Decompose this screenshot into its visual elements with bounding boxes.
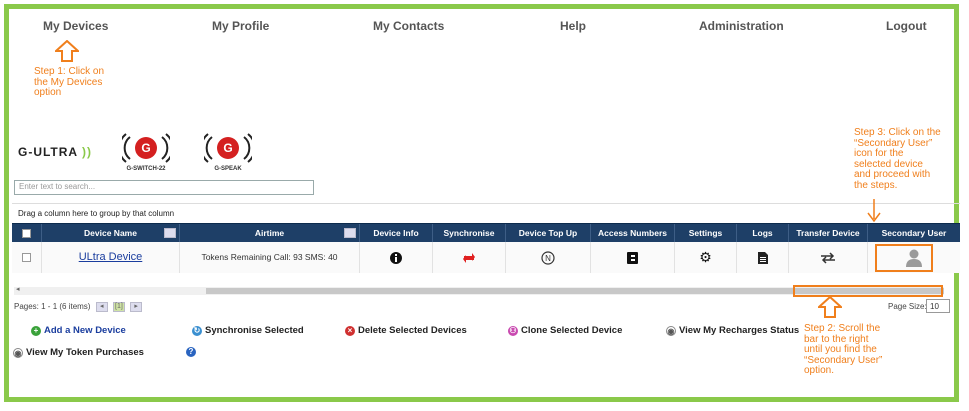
pager: Pages: 1 - 1 (6 items) ◂ [1] ▸ [14, 302, 143, 312]
delete-icon: × [345, 325, 355, 336]
nav-administration[interactable]: Administration [699, 19, 784, 33]
search-input[interactable]: Enter text to search... [14, 180, 314, 195]
clone-selected-button[interactable]: ⚇ Clone Selected Device [508, 325, 622, 336]
header-device-top-up[interactable]: Device Top Up [506, 224, 591, 243]
gultra-logo: G-ULTRA )) [18, 145, 92, 159]
scrollbar-highlight [793, 285, 943, 297]
page-size-input[interactable]: 10 [926, 299, 950, 313]
gswitch-logo: G G-SWITCH-22 [118, 133, 174, 172]
help-icon: ? [186, 347, 196, 357]
header-transfer-device[interactable]: Transfer Device [789, 224, 868, 243]
column-filter-icon[interactable] [164, 228, 176, 238]
header-settings[interactable]: Settings [675, 224, 737, 243]
prev-page-button[interactable]: ◂ [95, 302, 108, 312]
header-airtime[interactable]: Airtime [180, 224, 360, 243]
plus-icon: + [31, 325, 41, 336]
svg-text:G: G [141, 141, 150, 155]
nav-my-contacts[interactable]: My Contacts [373, 19, 444, 33]
svg-text:N: N [545, 254, 551, 263]
contacts-book-icon[interactable] [627, 251, 638, 264]
settings-cell[interactable]: ⚙ [675, 242, 737, 273]
gspeak-logo: G G-SPEAK [200, 133, 256, 172]
document-icon[interactable] [757, 251, 768, 264]
page-size-label: Page Size: [888, 302, 927, 311]
synchronise-cell[interactable] [433, 242, 506, 273]
view-token-purchases-button[interactable]: ◉ View My Token Purchases [13, 347, 144, 358]
secondary-user-highlight [875, 244, 933, 272]
next-page-button[interactable]: ▸ [130, 302, 143, 312]
device-info-cell[interactable] [360, 242, 433, 273]
view-recharges-button[interactable]: ◉ View My Recharges Status [666, 325, 799, 336]
step2-annotation: Step 2: Scroll the bar to the right unti… [804, 323, 883, 376]
gear-icon[interactable]: ⚙ [699, 249, 712, 265]
header-device-name[interactable]: Device Name [42, 224, 180, 243]
up-arrow-icon [818, 296, 842, 318]
info-icon[interactable] [390, 251, 402, 264]
svg-text:G: G [223, 141, 232, 155]
transfer-icon[interactable] [820, 252, 836, 264]
column-filter-icon[interactable] [344, 228, 356, 238]
synchronise-selected-button[interactable]: ↻ Synchronise Selected [192, 325, 304, 336]
step1-annotation: Step 1: Click on the My Devices option [34, 66, 105, 98]
pager-summary: Pages: 1 - 1 (6 items) [14, 302, 91, 312]
top-up-cell[interactable]: N [506, 242, 591, 273]
device-name-link[interactable]: ULtra Device [42, 242, 180, 273]
delete-selected-button[interactable]: × Delete Selected Devices [345, 325, 467, 336]
top-up-icon[interactable]: N [541, 251, 555, 265]
airtime-cell: Tokens Remaining Call: 93 SMS: 40 [180, 242, 360, 273]
nav-my-devices[interactable]: My Devices [43, 19, 108, 33]
header-access-numbers[interactable]: Access Numbers [591, 224, 675, 243]
down-arrow-icon [867, 199, 881, 223]
nav-my-profile[interactable]: My Profile [212, 19, 269, 33]
step3-annotation: Step 3: Click on the “Secondary User” ic… [854, 127, 941, 191]
help-button[interactable]: ? [186, 347, 196, 357]
add-device-button[interactable]: + Add a New Device [31, 325, 126, 336]
grid-header: Device Name Airtime Device Info Synchron… [12, 223, 960, 243]
header-device-info[interactable]: Device Info [360, 224, 433, 243]
scroll-left-icon[interactable]: ◂ [16, 285, 20, 293]
table-row: ULtra Device Tokens Remaining Call: 93 S… [12, 242, 960, 273]
eye-icon: ◉ [13, 347, 23, 358]
sync-icon: ↻ [192, 325, 202, 336]
transfer-cell[interactable] [789, 242, 868, 273]
current-page-button[interactable]: [1] [112, 302, 125, 312]
nav-help[interactable]: Help [560, 19, 586, 33]
access-numbers-cell[interactable] [591, 242, 675, 273]
group-panel[interactable]: Drag a column here to group by that colu… [12, 203, 960, 223]
up-arrow-icon [55, 40, 79, 62]
logs-cell[interactable] [737, 242, 789, 273]
nav-logout[interactable]: Logout [886, 19, 927, 33]
header-synchronise[interactable]: Synchronise [433, 224, 506, 243]
header-secondary-user[interactable]: Secondary User [868, 224, 960, 243]
row-checkbox[interactable] [12, 242, 42, 273]
users-icon: ⚇ [508, 325, 518, 336]
header-logs[interactable]: Logs [737, 224, 789, 243]
sync-icon[interactable] [462, 252, 476, 264]
eye-icon: ◉ [666, 325, 676, 336]
header-select-all[interactable] [12, 224, 42, 243]
